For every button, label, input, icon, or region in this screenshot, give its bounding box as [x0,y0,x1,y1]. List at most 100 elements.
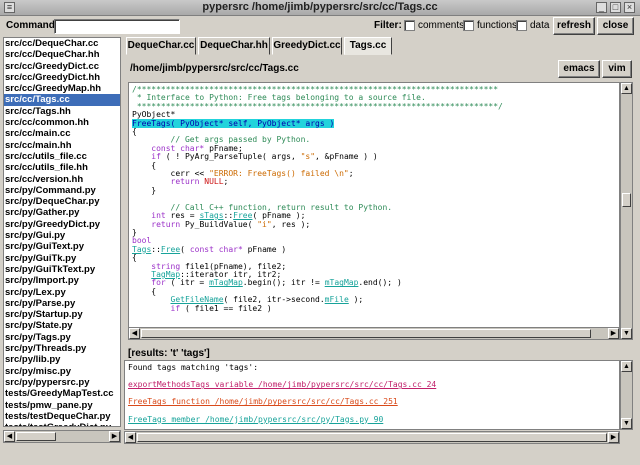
code-view[interactable]: /***************************************… [128,82,620,340]
file-list-item[interactable]: src/py/Lex.py [4,287,120,298]
scroll-down-arrow-icon[interactable]: ▼ [621,418,632,429]
scroll-thumb[interactable] [137,433,607,442]
results-horizontal-scrollbar[interactable]: ◀ ▶ [124,431,620,444]
file-list-item[interactable]: src/py/Command.py [4,185,120,196]
file-list-item[interactable]: src/py/GuiText.py [4,241,120,252]
file-list-item[interactable]: src/cc/DequeChar.cc [4,38,120,49]
code-text: ); [348,295,364,305]
file-list-item[interactable]: tests/pmw_pane.py [4,400,120,411]
file-list-item[interactable]: src/py/lib.py [4,354,120,365]
file-list-item[interactable]: src/py/Tags.py [4,332,120,343]
filter-label: Filter: [374,20,402,31]
highlighted-tag[interactable]: FreeTags( PyObject* self, PyObject* args… [132,118,335,128]
file-list-item[interactable]: src/cc/GreedyMap.hh [4,83,120,94]
scroll-left-arrow-icon[interactable]: ◀ [129,328,140,339]
scroll-right-arrow-icon[interactable]: ▶ [608,432,619,443]
scroll-thumb[interactable] [141,329,591,338]
code-vertical-scrollbar[interactable]: ▲ ▼ [620,82,633,340]
tag-link[interactable]: mTagMap [325,278,359,287]
result-link[interactable]: FreeTags member /home/jimb/pypersrc/src/… [128,415,383,424]
maximize-icon[interactable]: □ [610,2,621,13]
code-text: ; [223,177,229,187]
tab-dequechar-hh[interactable]: DequeChar.hh [198,37,270,55]
file-list-item[interactable]: src/py/Import.py [4,275,120,286]
file-list-item[interactable]: tests/GreedyMapTest.cc [4,388,120,399]
file-list-item[interactable]: src/py/Gather.py [4,207,120,218]
file-list-item[interactable]: src/py/GuiTkText.py [4,264,120,275]
result-link[interactable]: exportMethodsTags variable /home/jimb/py… [128,380,436,389]
scroll-down-arrow-icon[interactable]: ▼ [621,328,632,339]
comments-checkbox[interactable] [404,20,415,31]
code-text: Py_BuildValue( [180,219,258,229]
emacs-button[interactable]: emacs [558,60,600,78]
refresh-button[interactable]: refresh [553,17,595,35]
file-list-item[interactable]: src/cc/utils_file.cc [4,151,120,162]
file-list-item[interactable]: tests/testGreedyDict.py [4,422,120,426]
results-vertical-scrollbar[interactable]: ▲ ▼ [620,360,633,430]
tab-dequechar-cc[interactable]: DequeChar.cc [126,37,196,55]
tab-greedydict-cc[interactable]: GreedyDict.cc [272,37,342,55]
vim-button[interactable]: vim [602,60,632,78]
minimize-icon[interactable]: _ [596,2,607,13]
code-line: } [132,185,157,195]
file-list-item[interactable]: src/cc/Tags.hh [4,106,120,117]
code-text: ( file1 == file2 ) [180,303,272,313]
file-list-item[interactable]: src/py/Threads.py [4,343,120,354]
code-text: , res ); [271,219,311,229]
scroll-up-arrow-icon[interactable]: ▲ [621,83,632,94]
code-text: , &pFname ) ) [315,152,378,162]
scroll-right-arrow-icon[interactable]: ▶ [109,431,120,442]
file-list-item[interactable]: src/py/misc.py [4,366,120,377]
code-text: .begin(); itr != [242,278,325,288]
code-line: { [132,127,137,137]
scroll-thumb[interactable] [622,193,631,207]
tag-link[interactable]: Free [161,245,180,254]
data-checkbox-label: data [530,20,550,31]
file-list-item[interactable]: src/cc/GreedyDict.hh [4,72,120,83]
code-text: :: [151,244,161,254]
scroll-left-arrow-icon[interactable]: ◀ [125,432,136,443]
scroll-left-arrow-icon[interactable]: ◀ [4,431,15,442]
scroll-up-arrow-icon[interactable]: ▲ [621,361,632,372]
file-list[interactable]: src/cc/DequeChar.cc src/cc/DequeChar.hh sr… [3,37,121,427]
constant: NULL [204,177,224,187]
tag-link[interactable]: mFile [325,295,349,304]
tab-tags-cc[interactable]: Tags.cc [344,37,392,55]
close-window-icon[interactable]: × [624,2,635,13]
tag-link[interactable]: mTagMap [209,278,243,287]
result-link[interactable]: FreeTags function /home/jimb/pypersrc/sr… [128,397,398,407]
results-pane[interactable]: Found tags matching 'tags': exportMethod… [124,360,620,430]
file-list-horizontal-scrollbar[interactable]: ◀ ▶ [3,430,121,443]
comments-checkbox-label: comments [418,20,465,31]
scroll-thumb[interactable] [16,432,56,441]
file-list-item[interactable]: src/cc/version.hh [4,174,120,185]
scroll-right-arrow-icon[interactable]: ▶ [608,328,619,339]
code-text: ; [348,169,354,179]
results-header: Found tags matching 'tags': [128,363,259,372]
file-list-item[interactable]: src/py/GreedyDict.py [4,219,120,230]
file-list-item[interactable]: src/py/DequeChar.py [4,196,120,207]
file-list-item[interactable]: tests/testDequeChar.py [4,411,120,422]
keyword: return [151,219,181,229]
code-horizontal-scrollbar[interactable]: ◀ ▶ [128,327,620,340]
file-list-item[interactable]: src/py/Parse.py [4,298,120,309]
file-list-item[interactable]: src/cc/main.cc [4,128,120,139]
file-list-item[interactable]: src/py/pypersrc.py [4,377,120,388]
file-list-item[interactable]: src/cc/common.hh [4,117,120,128]
file-list-item[interactable]: src/cc/utils_file.hh [4,162,120,173]
file-list-item[interactable]: src/py/Gui.py [4,230,120,241]
file-list-item[interactable]: src/py/State.py [4,320,120,331]
file-list-item[interactable]: src/cc/main.hh [4,140,120,151]
file-list-item[interactable]: src/py/Startup.py [4,309,120,320]
data-checkbox[interactable] [516,20,527,31]
file-list-item[interactable]: src/cc/DequeChar.hh [4,49,120,60]
results-label: [results: 't' 'tags'] [128,348,210,359]
file-list-item[interactable]: src/py/GuiTk.py [4,253,120,264]
keyword: if [170,303,181,313]
functions-checkbox[interactable] [463,20,474,31]
close-button[interactable]: close [597,17,634,35]
command-input[interactable] [54,19,180,34]
file-list-item[interactable]: src/cc/Tags.cc [4,94,120,106]
code-text: ( [180,244,190,254]
file-list-item[interactable]: src/cc/GreedyDict.cc [4,61,120,72]
